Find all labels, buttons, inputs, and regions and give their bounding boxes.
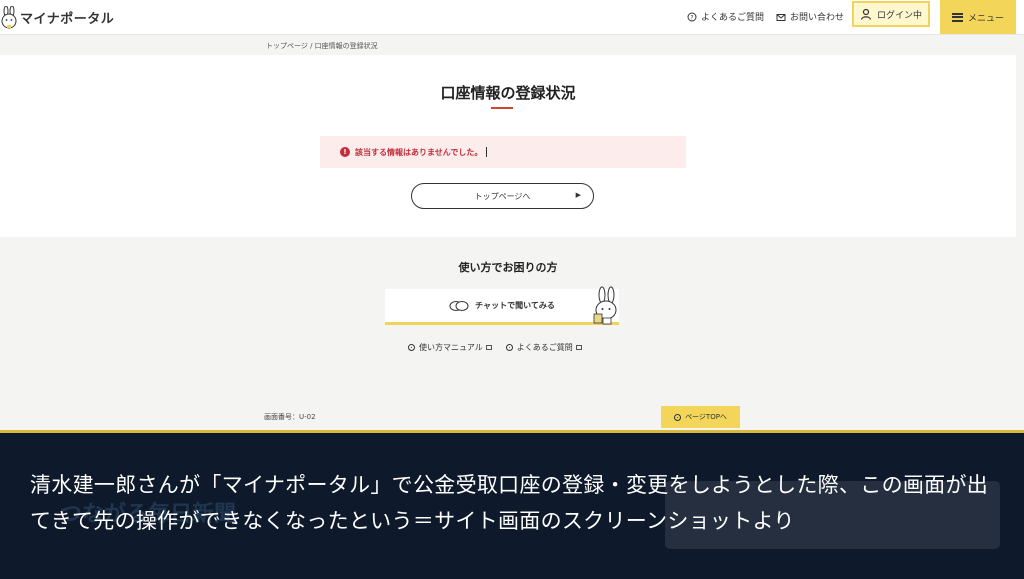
menu-label: メニュー (967, 13, 1004, 24)
login-status-button[interactable]: ログイン中 (852, 1, 930, 27)
rabbit-mascot-icon (0, 6, 18, 29)
contact-header-label: お問い合わせ (790, 13, 845, 23)
manual-link-label: 使い方マニュアル (419, 343, 483, 352)
bullet-circle-icon (505, 344, 513, 351)
hamburger-icon (951, 12, 963, 22)
text-cursor (486, 147, 488, 157)
svg-text:?: ? (690, 14, 693, 21)
logo-text: マイナポータル (20, 11, 115, 27)
arrow-right-icon: ▶ (575, 191, 581, 199)
error-message-box: ! 該当する情報はありませんでした。 (320, 136, 686, 168)
chat-bubble-icon (449, 300, 469, 312)
faq-link-label: よくあるご質問 (516, 343, 573, 352)
faq-link[interactable]: よくあるご質問 (505, 342, 582, 353)
title-underline (491, 107, 513, 109)
mail-icon (776, 12, 786, 22)
breadcrumb: トップページ / 口座情報の登録状況 (266, 42, 378, 50)
news-caption: 清水建一郎さんが「マイナポータル」で公金受取口座の登録・変更をしようとした際、こ… (30, 473, 989, 533)
help-links: 使い方マニュアル よくあるご質問 (408, 342, 582, 353)
bullet-circle-icon (408, 344, 415, 351)
page-top-label: ページTOPへ (685, 413, 727, 421)
rabbit-mascot-icon (590, 286, 622, 326)
manual-link[interactable]: 使い方マニュアル (408, 342, 492, 353)
back-to-top-page-button[interactable]: トップページへ ▶ (411, 183, 594, 209)
help-section-title: 使い方でお困りの方 (458, 261, 558, 274)
external-link-icon (575, 345, 582, 350)
site-logo[interactable]: マイナポータル (0, 4, 114, 30)
page-top-button[interactable]: ページTOPへ (661, 406, 740, 428)
external-link-icon (485, 345, 492, 350)
login-status-label: ログイン中 (876, 10, 922, 21)
page-title: 口座情報の登録状況 (440, 84, 576, 102)
chat-button-label: チャットで聞いてみる (475, 301, 555, 310)
faq-header-label: よくあるご質問 (701, 13, 765, 23)
user-icon (860, 8, 872, 20)
question-circle-icon: ? (687, 12, 697, 22)
alert-icon: ! (340, 147, 350, 157)
menu-button[interactable]: メニュー (940, 0, 1016, 34)
site-header: マイナポータル ? よくあるご質問 お問い合わせ ログイン中 メニュー (0, 0, 1024, 35)
error-message-text: 該当する情報はありませんでした。 (355, 147, 483, 157)
arrow-up-circle-icon (674, 413, 682, 421)
screen-number: 画面番号：U-02 (264, 413, 316, 421)
chat-button[interactable]: チャットで聞いてみる (385, 289, 619, 325)
contact-header-link[interactable]: お問い合わせ (776, 10, 844, 23)
faq-header-link[interactable]: ? よくあるご質問 (687, 10, 764, 23)
back-to-top-page-label: トップページへ (474, 191, 531, 201)
